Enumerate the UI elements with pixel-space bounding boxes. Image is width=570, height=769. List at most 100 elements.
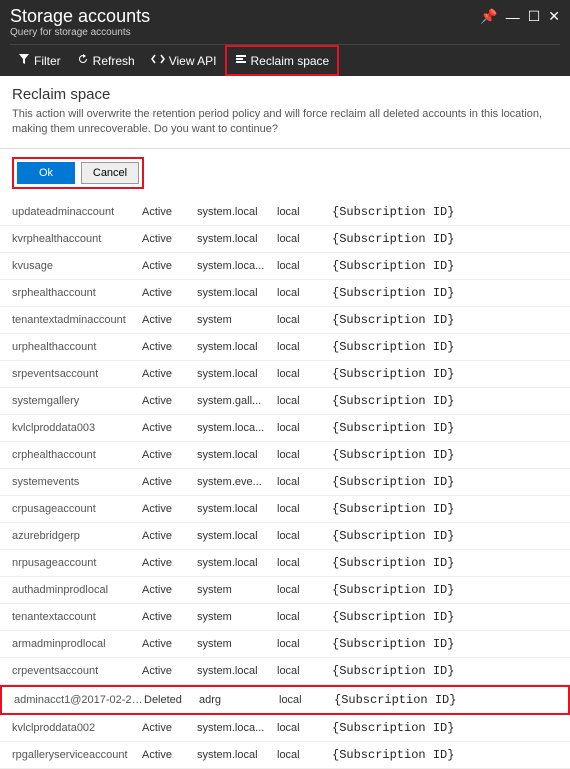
cell-name: kvrphealthaccount bbox=[12, 233, 142, 245]
cell-location: local bbox=[277, 722, 332, 734]
reclaim-icon bbox=[235, 53, 247, 68]
cell-status: Active bbox=[142, 557, 197, 569]
cell-name: nrpusageaccount bbox=[12, 557, 142, 569]
cell-location: local bbox=[277, 449, 332, 461]
table-row[interactable]: systemgalleryActivesystem.gall...local{S… bbox=[0, 388, 570, 415]
cell-location: local bbox=[277, 584, 332, 596]
table-row[interactable]: kvlclproddata002Activesystem.loca...loca… bbox=[0, 715, 570, 742]
table-row[interactable]: kvrphealthaccountActivesystem.locallocal… bbox=[0, 226, 570, 253]
cell-status: Active bbox=[142, 341, 197, 353]
panel-text: This action will overwrite the retention… bbox=[12, 107, 558, 138]
cell-resource-group: system.local bbox=[197, 530, 277, 542]
table-row[interactable]: srpeventsaccountActivesystem.locallocal{… bbox=[0, 361, 570, 388]
cell-location: local bbox=[277, 287, 332, 299]
cell-status: Active bbox=[142, 206, 197, 218]
cell-resource-group: system.loca... bbox=[197, 722, 277, 734]
table-row[interactable]: armadminprodlocalActivesystemlocal{Subsc… bbox=[0, 631, 570, 658]
cell-resource-group: system.eve... bbox=[197, 476, 277, 488]
cell-name: tenantextadminaccount bbox=[12, 314, 142, 326]
cell-subscription: {Subscription ID} bbox=[332, 259, 558, 273]
cell-location: local bbox=[277, 503, 332, 515]
cell-status: Deleted bbox=[144, 694, 199, 706]
cell-subscription: {Subscription ID} bbox=[332, 232, 558, 246]
cell-resource-group: system.local bbox=[197, 449, 277, 461]
cell-location: local bbox=[277, 557, 332, 569]
table-row[interactable]: authadminprodlocalActivesystemlocal{Subs… bbox=[0, 577, 570, 604]
reclaim-space-button[interactable]: Reclaim space bbox=[225, 45, 340, 76]
cell-location: local bbox=[277, 233, 332, 245]
cell-name: srpeventsaccount bbox=[12, 368, 142, 380]
cell-status: Active bbox=[142, 314, 197, 326]
table-row[interactable]: crpusageaccountActivesystem.locallocal{S… bbox=[0, 496, 570, 523]
cell-resource-group: system.local bbox=[197, 206, 277, 218]
cell-subscription: {Subscription ID} bbox=[332, 583, 558, 597]
cell-subscription: {Subscription ID} bbox=[334, 693, 556, 707]
toolbar: Filter Refresh View API Reclaim space bbox=[10, 44, 560, 76]
cell-status: Active bbox=[142, 260, 197, 272]
minimize-icon[interactable]: — bbox=[506, 9, 520, 25]
cell-status: Active bbox=[142, 476, 197, 488]
cell-resource-group: system.local bbox=[197, 341, 277, 353]
cell-status: Active bbox=[142, 395, 197, 407]
code-icon bbox=[151, 53, 165, 68]
table-row[interactable]: kvusageActivesystem.loca...local{Subscri… bbox=[0, 253, 570, 280]
cell-subscription: {Subscription ID} bbox=[332, 748, 558, 762]
cell-location: local bbox=[277, 368, 332, 380]
cell-subscription: {Subscription ID} bbox=[332, 205, 558, 219]
cell-status: Active bbox=[142, 530, 197, 542]
cell-subscription: {Subscription ID} bbox=[332, 475, 558, 489]
table-row[interactable]: srphealthaccountActivesystem.locallocal{… bbox=[0, 280, 570, 307]
page-title: Storage accounts bbox=[10, 6, 150, 27]
cell-name: authadminprodlocal bbox=[12, 584, 142, 596]
confirm-buttons-highlight: Ok Cancel bbox=[12, 157, 144, 189]
cell-status: Active bbox=[142, 584, 197, 596]
table-row[interactable]: nrpusageaccountActivesystem.locallocal{S… bbox=[0, 550, 570, 577]
cell-name: systemevents bbox=[12, 476, 142, 488]
table-row[interactable]: systemeventsActivesystem.eve...local{Sub… bbox=[0, 469, 570, 496]
storage-accounts-table: updateadminaccountActivesystem.localloca… bbox=[0, 199, 570, 769]
cell-status: Active bbox=[142, 287, 197, 299]
cell-resource-group: system.loca... bbox=[197, 422, 277, 434]
cell-location: local bbox=[277, 530, 332, 542]
cell-resource-group: system.local bbox=[197, 665, 277, 677]
view-api-button[interactable]: View API bbox=[143, 45, 225, 76]
cell-location: local bbox=[277, 422, 332, 434]
table-row[interactable]: tenantextaccountActivesystemlocal{Subscr… bbox=[0, 604, 570, 631]
table-row[interactable]: rpgalleryserviceaccountActivesystem.loca… bbox=[0, 742, 570, 769]
refresh-button[interactable]: Refresh bbox=[69, 45, 143, 76]
cell-resource-group: system.local bbox=[197, 368, 277, 380]
cell-name: rpgalleryserviceaccount bbox=[12, 749, 142, 761]
cell-status: Active bbox=[142, 233, 197, 245]
pin-icon[interactable]: 📌 bbox=[480, 8, 497, 25]
table-row[interactable]: crphealthaccountActivesystem.locallocal{… bbox=[0, 442, 570, 469]
maximize-icon[interactable]: ☐ bbox=[528, 8, 541, 25]
cell-subscription: {Subscription ID} bbox=[332, 721, 558, 735]
cell-subscription: {Subscription ID} bbox=[332, 340, 558, 354]
ok-button[interactable]: Ok bbox=[17, 162, 75, 184]
table-row[interactable]: tenantextadminaccountActivesystemlocal{S… bbox=[0, 307, 570, 334]
cell-name: crpusageaccount bbox=[12, 503, 142, 515]
cell-name: crphealthaccount bbox=[12, 449, 142, 461]
table-row[interactable]: kvlclproddata003Activesystem.loca...loca… bbox=[0, 415, 570, 442]
table-row[interactable]: azurebridgerpActivesystem.locallocal{Sub… bbox=[0, 523, 570, 550]
cell-name: srphealthaccount bbox=[12, 287, 142, 299]
cell-name: kvlclproddata002 bbox=[12, 722, 142, 734]
table-row[interactable]: adminacct1@2017-02-22T18...Deletedadrglo… bbox=[0, 685, 570, 715]
filter-button[interactable]: Filter bbox=[10, 45, 69, 76]
cell-subscription: {Subscription ID} bbox=[332, 394, 558, 408]
cell-status: Active bbox=[142, 611, 197, 623]
table-row[interactable]: urphealthaccountActivesystem.locallocal{… bbox=[0, 334, 570, 361]
close-icon[interactable]: ✕ bbox=[548, 8, 560, 25]
table-row[interactable]: crpeventsaccountActivesystem.locallocal{… bbox=[0, 658, 570, 685]
cell-status: Active bbox=[142, 368, 197, 380]
cell-resource-group: system.loca... bbox=[197, 260, 277, 272]
cell-subscription: {Subscription ID} bbox=[332, 637, 558, 651]
cell-name: armadminprodlocal bbox=[12, 638, 142, 650]
table-row[interactable]: updateadminaccountActivesystem.localloca… bbox=[0, 199, 570, 226]
cell-name: kvlclproddata003 bbox=[12, 422, 142, 434]
cell-status: Active bbox=[142, 449, 197, 461]
cancel-button[interactable]: Cancel bbox=[81, 162, 139, 184]
reclaim-panel: Reclaim space This action will overwrite… bbox=[0, 76, 570, 149]
cell-location: local bbox=[277, 206, 332, 218]
cell-subscription: {Subscription ID} bbox=[332, 610, 558, 624]
